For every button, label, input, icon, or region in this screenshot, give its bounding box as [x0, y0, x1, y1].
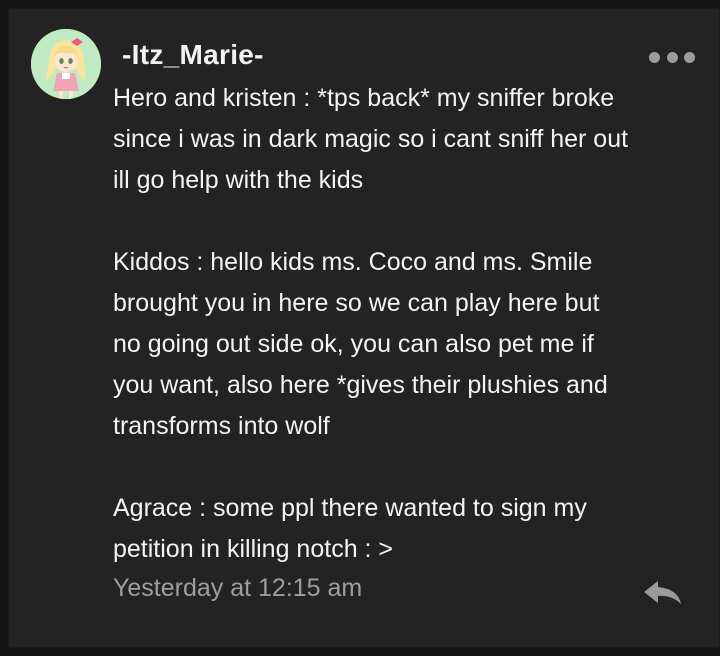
comment-line: ill go help with the kids: [113, 166, 364, 194]
comment-body: Hero and kristen : *tps back* my sniffer…: [113, 78, 693, 570]
more-options-button[interactable]: [649, 49, 695, 65]
comment-line: since i was in dark magic so i cant snif…: [113, 125, 629, 153]
comment-line: Agrace : some ppl there wanted to sign m…: [113, 494, 587, 522]
screen: -Itz_Marie- Hero and kristen : *tps back…: [0, 0, 720, 656]
comment-line: Kiddos : hello kids ms. Coco and ms. Smi…: [113, 248, 593, 276]
comment-line: transforms into wolf: [113, 412, 330, 440]
more-options-icon: [649, 51, 660, 63]
avatar[interactable]: [31, 29, 101, 99]
comment-line: brought you in here so we can play here …: [113, 289, 600, 317]
username[interactable]: -Itz_Marie-: [122, 39, 264, 71]
comment-paragraph-gap: [113, 201, 693, 242]
comment-paragraph-gap: [113, 447, 693, 488]
reply-arrow-icon: [644, 581, 681, 604]
comment-line: Hero and kristen : *tps back* my sniffer…: [113, 84, 615, 112]
comment-timestamp: Yesterday at 12:15 am: [113, 574, 363, 602]
reply-button[interactable]: [642, 578, 684, 608]
comment-line: petition in killing notch : >: [113, 535, 394, 563]
comment-line: no going out side ok, you can also pet m…: [113, 330, 594, 358]
more-options-icon: [666, 51, 678, 63]
more-options-icon: [684, 51, 695, 63]
anime-girl-avatar-icon: [31, 29, 101, 99]
comment-line: you want, also here *gives their plushie…: [113, 371, 608, 399]
